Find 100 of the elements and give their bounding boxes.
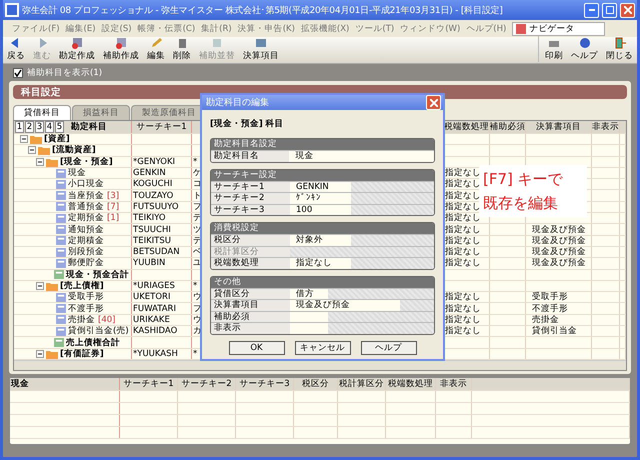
tab[interactable]: 損益科目 xyxy=(72,105,130,120)
account-name[interactable]: [流動資産] xyxy=(52,145,96,156)
menu-item[interactable]: ヘルプ(H) xyxy=(466,22,506,34)
table-cell: 受取手形 xyxy=(526,292,592,302)
field-label: 貸借区分 xyxy=(211,288,290,299)
account-name[interactable]: 定期積金 xyxy=(68,236,104,246)
field-label: 税端数処理 xyxy=(211,258,290,268)
close-button[interactable] xyxy=(426,95,441,110)
ledger-icon xyxy=(56,236,66,246)
ledger-icon xyxy=(56,304,66,314)
input-field[interactable] xyxy=(290,323,328,334)
minimize-icon xyxy=(588,9,594,11)
input-field[interactable]: 現金及び預金 xyxy=(290,300,400,310)
checkbox[interactable] xyxy=(13,68,23,78)
account-name[interactable]: 現金・預金合計 xyxy=(66,270,129,280)
account-name[interactable]: 通知預金 xyxy=(68,224,104,235)
toolbar-button[interactable]: 閉じる xyxy=(606,36,633,62)
account-name[interactable]: 受取手形 xyxy=(68,292,104,302)
menu-item[interactable]: ファイル(F) xyxy=(12,22,60,34)
section-header: 消費税設定 xyxy=(211,223,434,234)
level-button[interactable]: 1 xyxy=(15,121,24,133)
account-name[interactable]: 郵便貯金 xyxy=(68,258,104,269)
field-label: サーチキー2 xyxy=(211,193,290,204)
account-name[interactable]: [現金・預金] xyxy=(60,156,113,167)
account-name[interactable]: 売上債権合計 xyxy=(66,337,120,348)
close-button[interactable] xyxy=(620,2,635,18)
account-name[interactable]: 小口現金 xyxy=(68,179,104,190)
account-name[interactable]: [有価証券] xyxy=(60,348,104,359)
dialog-button[interactable]: キャンセル xyxy=(294,340,350,354)
level-button[interactable]: 3 xyxy=(35,121,44,133)
table-cell: *YUUKASH xyxy=(132,348,192,359)
exit-door-icon xyxy=(612,36,626,50)
account-name[interactable]: 貸倒引当金(売) xyxy=(68,326,129,336)
navigator-button[interactable]: ナビゲータ xyxy=(512,22,606,36)
toolbar-button[interactable]: 戻る xyxy=(7,36,25,62)
menu-item[interactable]: 拡張機能(X) xyxy=(300,22,350,34)
menu-item[interactable]: 帳簿・伝票(C) xyxy=(138,22,196,34)
table-cell: TEIKITSU xyxy=(132,236,192,246)
account-name[interactable]: 不渡手形 xyxy=(68,303,104,314)
collapse-toggle-icon[interactable] xyxy=(28,146,36,154)
toolbar-button[interactable]: 編集 xyxy=(147,36,165,62)
collapse-toggle-icon[interactable] xyxy=(36,158,44,166)
collapse-toggle-icon[interactable] xyxy=(20,135,28,144)
collapse-toggle-icon[interactable] xyxy=(36,350,44,358)
account-name[interactable]: [売上債権] xyxy=(60,280,104,292)
dialog-button[interactable]: ヘルプ xyxy=(360,340,416,354)
table-cell: TSUUCHI xyxy=(132,224,192,235)
toolbar-button[interactable]: ヘルプ xyxy=(571,36,598,62)
app-icon xyxy=(5,3,19,17)
field-label: 税計算区分 xyxy=(211,246,290,257)
column-header: 税端数処理 xyxy=(386,378,436,390)
table-cell: TEIKIYO xyxy=(132,213,192,224)
input-field[interactable]: 指定なし xyxy=(290,258,351,268)
account-name[interactable]: 普通預金 xyxy=(68,202,104,212)
account-name[interactable]: 現金 xyxy=(68,168,86,178)
input-field[interactable]: 100 xyxy=(290,204,351,215)
dialog-button[interactable]: OK xyxy=(228,340,284,354)
column-header: 決算書項目 xyxy=(526,121,592,133)
level-button[interactable]: 4 xyxy=(45,121,54,133)
menu-item[interactable]: 編集(E) xyxy=(66,22,96,34)
table-cell: 不渡手形 xyxy=(526,303,592,314)
ledger-icon xyxy=(56,326,66,336)
menu-item[interactable]: 設定(S) xyxy=(102,22,132,34)
input-field[interactable]: 対象外 xyxy=(290,235,351,246)
help-icon xyxy=(578,36,592,50)
menu-item[interactable]: 集計(R) xyxy=(201,22,232,34)
menu-item[interactable]: 決算・申告(K) xyxy=(238,22,295,34)
input-field[interactable] xyxy=(290,312,328,322)
toolbar-button[interactable]: 勘定作成 xyxy=(59,36,95,62)
tab[interactable]: 貸借科目 xyxy=(13,105,71,120)
document-plus-icon xyxy=(70,36,84,50)
input-field[interactable]: ｹﾞﾝｷﾝ xyxy=(290,193,351,204)
toolbar-button[interactable]: 印刷 xyxy=(545,36,563,62)
input-field[interactable]: GENKIN xyxy=(290,182,351,192)
input-field[interactable]: 現金 xyxy=(289,151,434,162)
field-label: 非表示 xyxy=(211,323,290,334)
minimize-button[interactable] xyxy=(584,2,599,18)
table-cell: FUTSUUYO xyxy=(132,202,192,212)
account-name[interactable]: [資産] xyxy=(44,134,70,144)
level-button[interactable]: 2 xyxy=(25,121,34,133)
account-name[interactable]: 当座預金 xyxy=(68,190,104,201)
account-name[interactable]: 別段預金 xyxy=(68,246,104,258)
account-name[interactable]: 定期預金 xyxy=(68,213,104,224)
input-field[interactable]: 借方 xyxy=(290,288,328,299)
toolbar-button[interactable]: 削除 xyxy=(173,36,191,62)
section-header: 勘定科目名設定 xyxy=(211,139,434,150)
toolbar-button[interactable]: 補助作成 xyxy=(103,36,139,62)
collapse-toggle-icon[interactable] xyxy=(36,282,44,290)
column-header: 勘定科目 xyxy=(71,121,107,133)
ledger-icon xyxy=(56,214,66,223)
sub-account-count: [1] xyxy=(107,213,120,224)
table-cell: 貸倒引当金 xyxy=(526,326,592,336)
menu-item[interactable]: ウィンドウ(W) xyxy=(400,22,460,34)
level-button[interactable]: 5 xyxy=(55,121,64,133)
account-name[interactable]: 売掛金 xyxy=(68,314,95,326)
toolbar-button[interactable]: 決算項目 xyxy=(243,36,279,62)
field-label: 税区分 xyxy=(211,235,290,246)
maximize-button[interactable] xyxy=(602,2,617,18)
menu-item[interactable]: ツール(T) xyxy=(355,22,394,34)
table-cell: 売掛金 xyxy=(526,314,592,326)
